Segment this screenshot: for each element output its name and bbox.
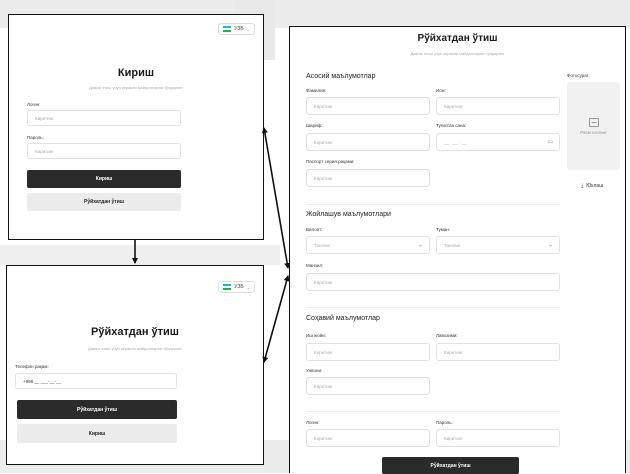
register-button[interactable]: Рўйхатдан ўтиш [27, 193, 181, 211]
upload-label: Юклаш [586, 183, 604, 189]
login-screen: УЗБ ⌄ Кириш Давом этиш учун керакли майд… [8, 14, 264, 240]
section-location-info: Жойлашув маълумотлари [306, 211, 391, 218]
password-label: Пароль: [436, 420, 453, 425]
section-professional-info: Соҳавий маълумотлар [306, 315, 380, 322]
degree-input[interactable]: Киритинг [306, 377, 430, 395]
language-selector[interactable]: УЗБ ⌄ [218, 23, 255, 35]
surname-input[interactable]: Киритинг [306, 97, 430, 115]
uzbekistan-flag-icon [223, 284, 232, 290]
login-label: Логин: [27, 102, 41, 107]
login-input[interactable]: Киритинг [27, 110, 181, 126]
photo-upload-text: Расм юкланг [580, 129, 607, 135]
upload-button[interactable]: ⤓ Юклаш [581, 183, 603, 189]
position-input[interactable]: Киритинг [436, 343, 560, 361]
patronymic-input[interactable]: Киритинг [306, 133, 430, 151]
photo-upload-area[interactable]: Расм юкланг [567, 82, 620, 170]
page-title: Кириш [117, 67, 155, 79]
workplace-input[interactable]: Киритинг [306, 343, 430, 361]
section-divider [306, 411, 560, 412]
address-label: Манзил: [306, 263, 324, 268]
image-icon [588, 117, 599, 127]
district-label: Туман: [436, 227, 451, 232]
birthdate-input[interactable]: __ . __ . __ ▭ [436, 133, 560, 151]
register-button[interactable]: Рўйхатдан ўтиш [17, 400, 177, 419]
page-title: Рўйхатдан ўтиш [417, 33, 498, 44]
page-subtitle: Давом этиш учун керакли майдонларни тўлд… [88, 346, 182, 351]
birthdate-label: Туғилган сана: [436, 123, 467, 128]
district-select[interactable]: Танланг ⌄ [436, 236, 560, 254]
patronymic-label: Шариф: [306, 123, 323, 128]
surname-label: Фамилия: [306, 88, 327, 93]
login-input[interactable]: Киритинг [306, 429, 430, 447]
phone-label: Телефон рақам: [15, 364, 49, 369]
download-icon: ⤓ [581, 183, 584, 189]
region-select[interactable]: Танланг ⌄ [306, 236, 430, 254]
passport-input[interactable]: Киритинг [306, 169, 430, 187]
phone-input[interactable]: +998 __ ___-__-__ [15, 373, 177, 389]
chevron-down-icon: ⌄ [246, 284, 250, 290]
language-code: УЗБ [234, 284, 244, 290]
chevron-down-icon: ⌄ [547, 242, 553, 249]
photo-label: Фотосурат: [567, 73, 591, 78]
section-divider [306, 204, 560, 205]
language-selector[interactable]: УЗБ ⌄ [218, 281, 255, 293]
region-label: Вилоят: [306, 227, 323, 232]
passport-label: Паспорт серия рақами: [306, 159, 355, 164]
password-input[interactable]: Киритинг [436, 429, 560, 447]
chevron-down-icon: ⌄ [417, 242, 423, 249]
section-basic-info: Асосий маълумотлар [306, 73, 376, 80]
login-button[interactable]: Кириш [17, 424, 177, 443]
chevron-down-icon: ⌄ [246, 26, 250, 32]
full-registration-screen: Рўйхатдан ўтиш Давом этиш учун керакли м… [289, 26, 626, 474]
phone-registration-screen: УЗБ ⌄ Рўйхатдан ўтиш Давом этиш учун кер… [6, 265, 264, 465]
name-input[interactable]: Киритинг [436, 97, 560, 115]
name-label: Исм: [436, 88, 446, 93]
login-label: Логин: [306, 420, 320, 425]
degree-label: Унвони: [306, 368, 323, 373]
password-label: Пароль: [27, 135, 44, 140]
page-subtitle: Давом этиш учун керакли майдонларни тўлд… [410, 51, 505, 56]
login-button[interactable]: Кириш [27, 170, 181, 188]
section-divider [306, 307, 560, 308]
language-code: УЗБ [234, 26, 244, 32]
workplace-label: Иш жойи: [306, 333, 326, 338]
address-input[interactable]: Киритинг [306, 273, 560, 291]
calendar-icon[interactable]: ▭ [547, 139, 553, 146]
page-title: Рўйхатдан ўтиш [91, 326, 179, 338]
register-button[interactable]: Рўйхатдан ўтиш [382, 457, 519, 474]
background-shape [0, 245, 280, 265]
password-input[interactable]: Киритинг [27, 143, 181, 159]
arrow-phone-to-full-form [262, 275, 290, 363]
page-subtitle: Давом этиш учун керакли майдонларни тўлд… [89, 85, 183, 90]
position-label: Лавозими: [436, 333, 458, 338]
uzbekistan-flag-icon [223, 26, 232, 32]
